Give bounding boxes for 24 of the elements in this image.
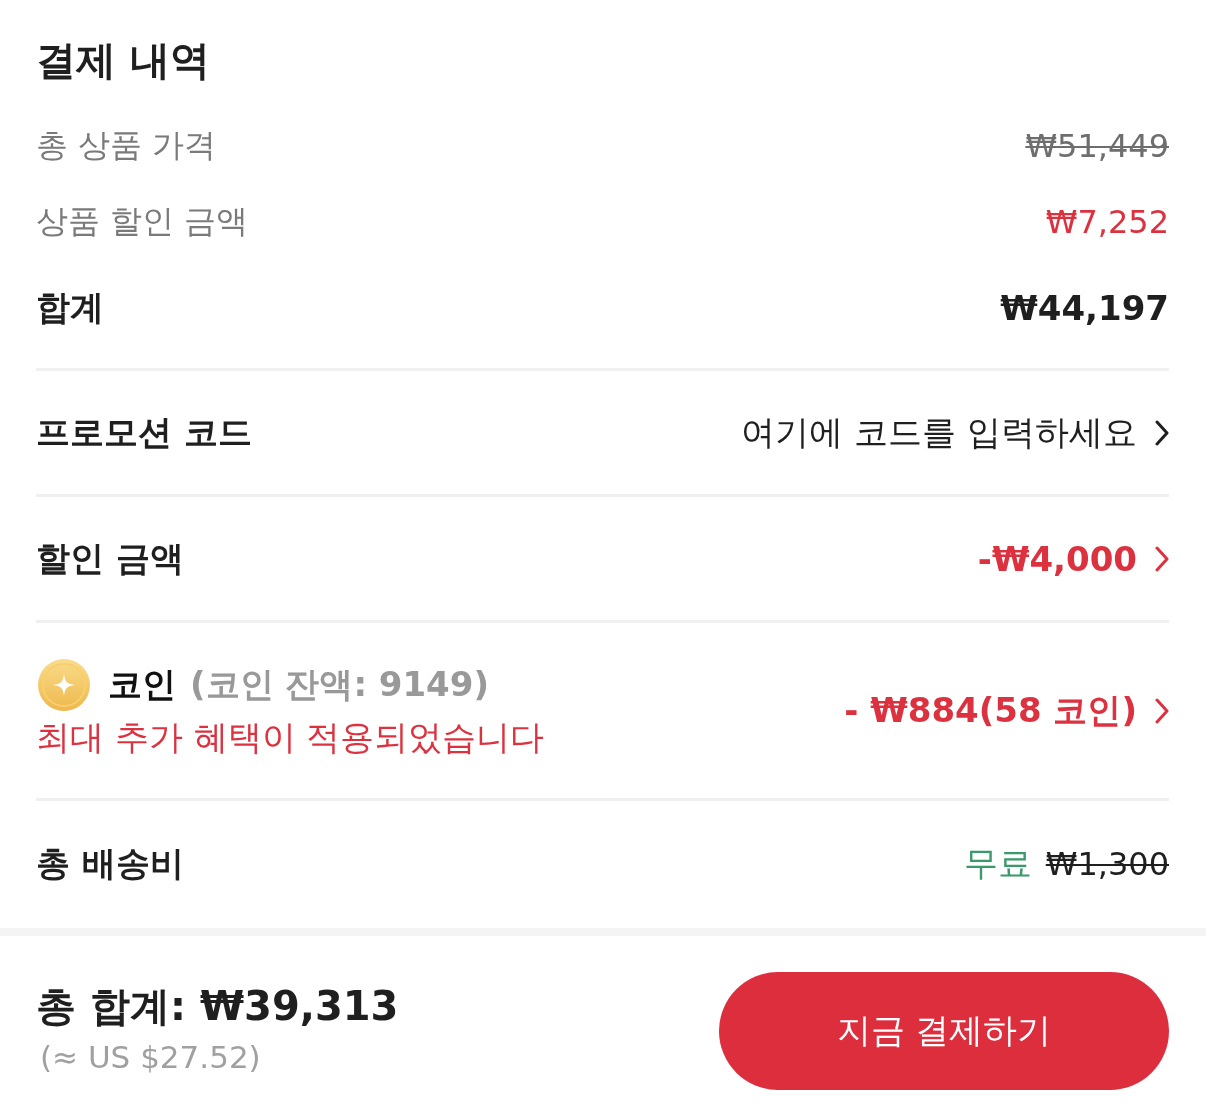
shipping-free: 무료 xyxy=(963,842,1032,885)
original-shipping-fee: ₩1,300 xyxy=(1045,845,1169,883)
subtotal-amount: ₩44,197 xyxy=(1000,288,1169,328)
row-label: 코인 xyxy=(108,662,176,706)
row-label: 프로모션 코드 xyxy=(36,410,252,454)
pay-now-button[interactable]: 지금 결제하기 xyxy=(719,972,1169,1090)
coin-balance: (코인 잔액: 9149) xyxy=(190,662,489,706)
row-label: 합계 xyxy=(36,286,104,329)
original-price: ₩51,449 xyxy=(1025,127,1169,165)
total-label: 총 합계: xyxy=(36,982,186,1031)
promo-code-link[interactable]: 여기에 코드를 입력하세요 xyxy=(741,409,1137,456)
converted-amount: (≈ US $27.52) xyxy=(40,1038,261,1077)
benefit-note: 최대 추가 혜택이 적용되었습니다 xyxy=(36,715,545,759)
discount-amount[interactable]: -₩4,000 xyxy=(977,538,1137,579)
row-label: 총 상품 가격 xyxy=(36,125,217,166)
row-label: 할인 금액 xyxy=(36,536,184,580)
section-title: 결제 내역 xyxy=(36,36,210,85)
row-label: 총 배송비 xyxy=(36,842,184,885)
coin-discount[interactable]: - ₩884(58 코인) xyxy=(844,687,1137,734)
chevron-icon[interactable] xyxy=(1155,419,1169,446)
discount-amount: ₩7,252 xyxy=(1045,203,1169,241)
row-label: 상품 할인 금액 xyxy=(36,201,249,242)
total-amount: ₩39,313 xyxy=(199,982,399,1031)
coin-icon xyxy=(38,658,90,711)
